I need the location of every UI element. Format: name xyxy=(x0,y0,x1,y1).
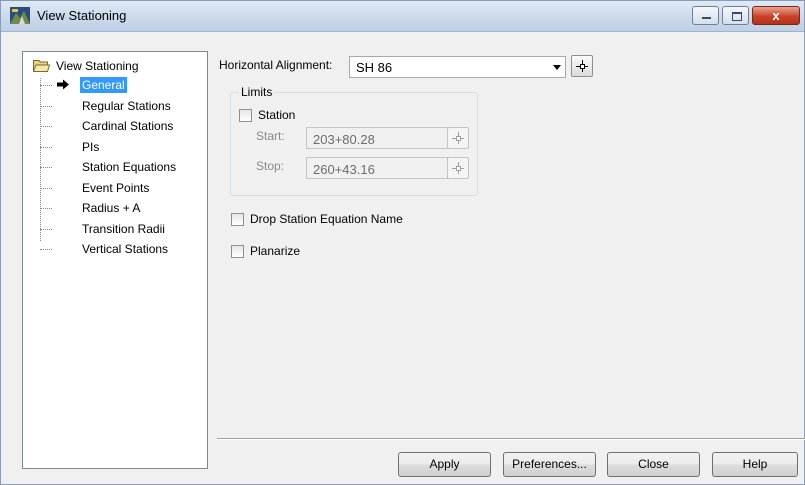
tree-item-transition-radii[interactable]: Transition Radii xyxy=(40,220,200,238)
title-bar[interactable]: View Stationing x xyxy=(1,1,804,32)
maximize-button[interactable] xyxy=(722,6,749,25)
horizontal-alignment-label: Horizontal Alignment: xyxy=(219,58,333,72)
tree-item-event-points[interactable]: Event Points xyxy=(40,179,200,197)
tree-item-regular-stations[interactable]: Regular Stations xyxy=(40,97,200,115)
tree-item-label: Vertical Stations xyxy=(82,242,169,256)
tree-item-label: Regular Stations xyxy=(82,99,171,113)
pick-start-button[interactable] xyxy=(447,127,469,149)
tree-item-cardinal-stations[interactable]: Cardinal Stations xyxy=(40,117,200,135)
open-folder-icon xyxy=(33,60,50,72)
maximize-icon xyxy=(732,12,742,21)
station-checkbox-label: Station xyxy=(258,108,296,122)
footer-divider xyxy=(217,438,805,440)
close-button[interactable]: Close xyxy=(607,452,700,477)
tree-root-label: View Stationing xyxy=(56,59,139,73)
stop-station-field[interactable]: 260+43.16 xyxy=(306,157,465,179)
horizontal-alignment-select[interactable]: SH 86 xyxy=(349,56,566,78)
tree-item-label: General xyxy=(80,77,127,93)
tree-item-label: Event Points xyxy=(82,181,150,195)
tree-item-label: Cardinal Stations xyxy=(82,119,174,133)
start-label: Start: xyxy=(256,129,285,143)
start-station-field[interactable]: 203+80.28 xyxy=(306,127,465,149)
tree-item-pis[interactable]: PIs xyxy=(40,138,200,156)
horizontal-alignment-value: SH 86 xyxy=(356,60,393,75)
preferences-button[interactable]: Preferences... xyxy=(503,452,596,477)
help-button[interactable]: Help xyxy=(712,452,798,477)
minimize-icon xyxy=(702,17,711,19)
close-icon: x xyxy=(772,8,780,23)
tree-item-label: PIs xyxy=(82,140,100,154)
view-stationing-dialog: View Stationing x View Stationing Genera… xyxy=(0,0,805,485)
navigation-tree[interactable]: View Stationing General Regular Stations… xyxy=(22,51,208,469)
tree-item-radius-a[interactable]: Radius + A xyxy=(40,199,200,217)
chevron-down-icon[interactable] xyxy=(553,65,561,70)
drop-station-equation-label: Drop Station Equation Name xyxy=(250,212,403,226)
planarize-label: Planarize xyxy=(250,244,301,258)
tree-item-label: Station Equations xyxy=(82,160,177,174)
station-checkbox[interactable] xyxy=(239,109,252,122)
stop-station-value: 260+43.16 xyxy=(313,162,375,177)
tree-item-label: Transition Radii xyxy=(82,222,165,236)
stop-label: Stop: xyxy=(256,159,285,173)
window-title: View Stationing xyxy=(37,8,127,23)
pick-alignment-button[interactable] xyxy=(571,55,593,77)
tree-item-label: Radius + A xyxy=(82,201,141,215)
pick-stop-button[interactable] xyxy=(447,157,469,179)
apply-button[interactable]: Apply xyxy=(398,452,491,477)
limits-group-title: Limits xyxy=(239,85,275,99)
minimize-button[interactable] xyxy=(692,6,719,25)
close-window-button[interactable]: x xyxy=(752,6,800,25)
app-icon xyxy=(10,7,30,24)
tree-item-vertical-stations[interactable]: Vertical Stations xyxy=(40,240,200,258)
tree-item-station-equations[interactable]: Station Equations xyxy=(40,158,200,176)
tree-item-general[interactable]: General xyxy=(40,76,200,94)
planarize-checkbox[interactable] xyxy=(231,245,244,258)
drop-station-equation-checkbox[interactable] xyxy=(231,213,244,226)
start-station-value: 203+80.28 xyxy=(313,132,375,147)
arrow-right-icon xyxy=(57,79,69,90)
